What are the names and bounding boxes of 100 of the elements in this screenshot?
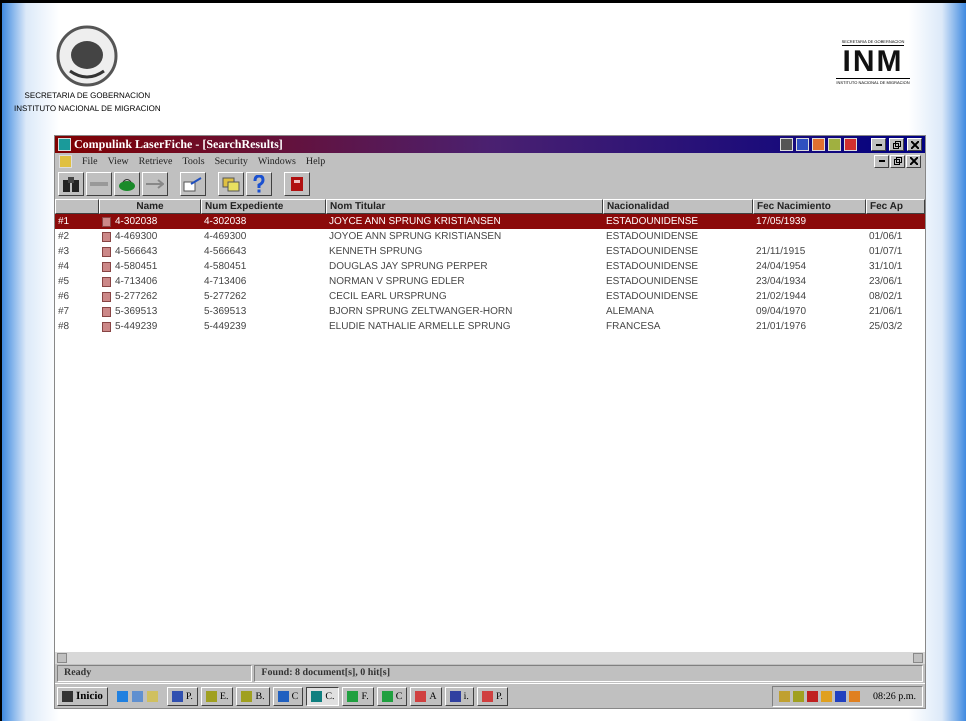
taskbar-button[interactable]: C. xyxy=(306,686,340,706)
app-icon[interactable] xyxy=(796,138,809,151)
column-header[interactable]: Name xyxy=(99,199,201,214)
table-cell-text: 21/06/1 xyxy=(868,306,904,317)
toolbar-button[interactable] xyxy=(86,172,112,196)
tray-icon[interactable] xyxy=(834,690,846,702)
table-cell-text: #5 xyxy=(57,276,70,287)
table-cell-text: 01/06/1 xyxy=(868,231,904,242)
start-button[interactable]: Inicio xyxy=(57,686,108,706)
table-cell: 4-713406 xyxy=(99,276,201,287)
column-header[interactable]: Nacionalidad xyxy=(603,199,753,214)
arrow-icon xyxy=(146,179,164,189)
table-cell: 4-566643 xyxy=(99,246,201,257)
help-button[interactable] xyxy=(246,172,272,196)
help-icon xyxy=(252,175,266,193)
column-header[interactable]: Fec Nacimiento xyxy=(753,199,866,214)
table-cell: 5-277262 xyxy=(99,291,201,302)
window-title: Compulink LaserFiche - [SearchResults] xyxy=(74,137,284,152)
table-cell-text: FRANCESA xyxy=(605,321,662,332)
close-icon xyxy=(910,140,918,148)
table-cell-text: 21/01/1976 xyxy=(755,321,808,332)
table-cell-text: ESTADOUNIDENSE xyxy=(605,231,700,242)
menu-item[interactable]: Retrieve xyxy=(138,156,172,166)
menu-item[interactable]: File xyxy=(82,156,98,166)
minimize-button[interactable] xyxy=(874,154,889,168)
table-cell-text: 31/10/1 xyxy=(868,261,904,272)
logo-caption: SECRETARIA DE GOBERNACION xyxy=(24,91,150,100)
taskbar-button[interactable]: E. xyxy=(200,686,234,706)
minimize-button[interactable] xyxy=(871,138,886,151)
windows-icon xyxy=(62,690,73,702)
table-cell-text: KENNETH SPRUNG xyxy=(328,246,424,257)
table-cell-text: #3 xyxy=(57,246,70,257)
scroll-bar[interactable] xyxy=(55,652,925,664)
menu-item[interactable]: View xyxy=(108,156,129,166)
table-cell: 4-469300 xyxy=(99,231,201,242)
book-icon xyxy=(290,176,304,192)
table-cell-text: 23/06/1 xyxy=(868,276,904,287)
menu-item[interactable]: Help xyxy=(306,156,326,166)
table-cell: 4-302038 xyxy=(99,216,201,227)
toolbar-button[interactable] xyxy=(142,172,168,196)
table-cell-text: 21/11/1915 xyxy=(755,246,806,257)
column-header[interactable]: Nom Titular xyxy=(326,199,603,214)
table-cell-text: 4-302038 xyxy=(203,216,248,227)
export-icon xyxy=(183,176,203,192)
folders-icon xyxy=(222,176,240,192)
table-cell-text: #4 xyxy=(57,261,70,272)
table-cell-text: 21/02/1944 xyxy=(755,291,808,302)
minimize-icon xyxy=(878,160,884,162)
restore-button[interactable] xyxy=(889,138,904,151)
app-icon[interactable] xyxy=(780,138,793,151)
table-cell-text: 5-369513 xyxy=(203,306,248,317)
table-cell-text: 5-277262 xyxy=(203,291,248,302)
app-icon[interactable] xyxy=(844,138,857,151)
taskbar-button[interactable]: P. xyxy=(476,686,508,706)
table-cell-text: #2 xyxy=(57,231,70,242)
restore-button[interactable] xyxy=(890,154,905,168)
logo-mark: INM xyxy=(842,46,904,78)
taskbar-button[interactable]: C xyxy=(272,686,304,706)
toolbar-button[interactable] xyxy=(114,172,140,196)
column-header[interactable]: Fec Ap xyxy=(866,199,925,214)
menu-item[interactable]: Tools xyxy=(182,156,205,166)
table-cell-text: 01/07/1 xyxy=(868,246,904,257)
table-cell-text: BJORN SPRUNG ZELTWANGER-HORN xyxy=(328,306,514,317)
table-cell-text: #7 xyxy=(57,306,70,317)
toolbar-button[interactable] xyxy=(58,172,84,196)
taskbar-button[interactable]: C xyxy=(376,686,408,706)
table-cell-text: ESTADOUNIDENSE xyxy=(605,276,700,287)
table-cell-text: 4-566643 xyxy=(203,246,248,257)
toolbar-button[interactable] xyxy=(284,172,310,196)
tray-icon[interactable] xyxy=(806,690,818,702)
table-cell-text: CECIL EARL URSPRUNG xyxy=(328,291,448,302)
table-cell-text: ESTADOUNIDENSE xyxy=(605,216,700,227)
taskbar-button[interactable]: A xyxy=(410,686,442,706)
toolbar-button[interactable] xyxy=(180,172,206,196)
folder-icon xyxy=(59,154,72,168)
table-cell: 4-580451 xyxy=(99,261,201,272)
table-cell: 5-449239 xyxy=(99,321,201,332)
table-cell: 5-369513 xyxy=(99,306,201,317)
taskbar-button[interactable]: B. xyxy=(236,686,270,706)
table-cell-text: ESTADOUNIDENSE xyxy=(605,246,700,257)
result-row[interactable]: #1 4-302038 4-302038 JOYCE ANN SPRUNG KRISTIANSEN ESTADOUNIDENSE 17/05/1939 xyxy=(55,214,925,229)
table-cell-text: 09/04/1970 xyxy=(755,306,808,317)
toolbar-button[interactable] xyxy=(218,172,244,196)
taskbar-button[interactable]: i. xyxy=(444,686,474,706)
close-button[interactable] xyxy=(906,154,921,168)
taskbar-button[interactable]: P. xyxy=(166,686,198,706)
table-cell-text: 08/02/1 xyxy=(868,291,904,302)
table-cell-text: 5-449239 xyxy=(203,321,248,332)
column-header[interactable]: Num Expediente xyxy=(201,199,326,214)
table-cell-text: #1 xyxy=(57,216,70,227)
table-cell-text: ELUDIE NATHALIE ARMELLE SPRUNG xyxy=(328,321,512,332)
menu-item[interactable]: Security xyxy=(214,156,248,166)
table-cell-text: #6 xyxy=(57,291,70,302)
column-header[interactable] xyxy=(55,199,99,214)
bag-icon xyxy=(118,177,136,191)
close-button[interactable] xyxy=(907,138,922,151)
taskbar-button[interactable]: F. xyxy=(342,686,374,706)
table-cell-text: JOYCE ANN SPRUNG KRISTIANSEN xyxy=(328,216,502,227)
table-cell-text: ALEMANA xyxy=(605,306,655,317)
menu-item[interactable]: Windows xyxy=(258,156,296,166)
